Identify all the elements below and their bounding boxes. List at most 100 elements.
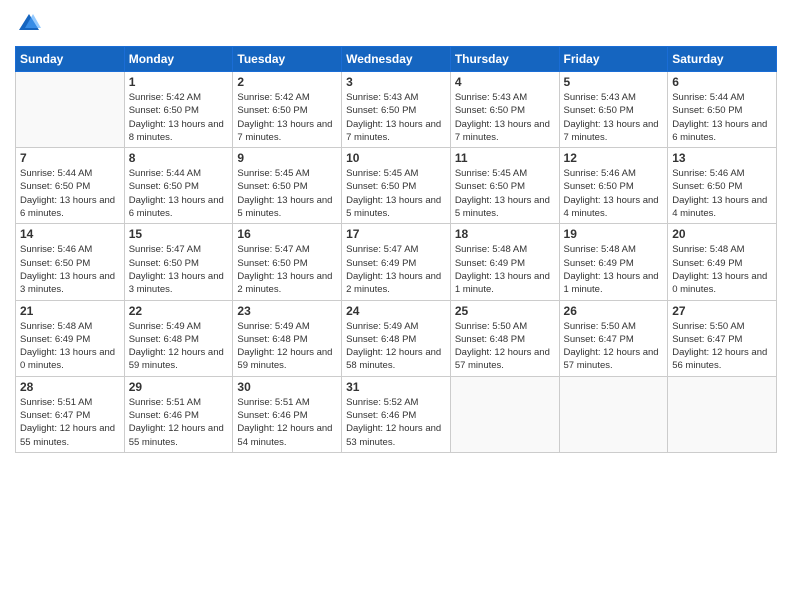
day-number: 15 — [129, 227, 229, 241]
calendar-week-row: 21 Sunrise: 5:48 AMSunset: 6:49 PMDayligh… — [16, 300, 777, 376]
day-info: Sunrise: 5:43 AMSunset: 6:50 PMDaylight:… — [455, 91, 555, 144]
day-number: 27 — [672, 304, 772, 318]
day-number: 13 — [672, 151, 772, 165]
day-info: Sunrise: 5:47 AMSunset: 6:50 PMDaylight:… — [129, 243, 229, 296]
calendar-cell: 20 Sunrise: 5:48 AMSunset: 6:49 PMDayligh… — [668, 224, 777, 300]
day-number: 30 — [237, 380, 337, 394]
day-number: 9 — [237, 151, 337, 165]
day-info: Sunrise: 5:52 AMSunset: 6:46 PMDaylight:… — [346, 396, 446, 449]
day-number: 2 — [237, 75, 337, 89]
day-number: 19 — [564, 227, 664, 241]
weekday-row: SundayMondayTuesdayWednesdayThursdayFrid… — [16, 47, 777, 72]
day-number: 23 — [237, 304, 337, 318]
calendar-cell: 9 Sunrise: 5:45 AMSunset: 6:50 PMDaylight… — [233, 148, 342, 224]
calendar-cell: 6Sunrise: 5:44 AMSunset: 6:50 PMDaylight… — [668, 72, 777, 148]
calendar-cell: 23Sunrise: 5:49 AMSunset: 6:48 PMDayligh… — [233, 300, 342, 376]
day-number: 17 — [346, 227, 446, 241]
calendar-cell: 14Sunrise: 5:46 AMSunset: 6:50 PMDayligh… — [16, 224, 125, 300]
calendar-cell: 24 Sunrise: 5:49 AMSunset: 6:48 PMDayligh… — [342, 300, 451, 376]
day-number: 25 — [455, 304, 555, 318]
day-number: 12 — [564, 151, 664, 165]
calendar-cell: 22 Sunrise: 5:49 AMSunset: 6:48 PMDayligh… — [124, 300, 233, 376]
calendar-cell: 15 Sunrise: 5:47 AMSunset: 6:50 PMDayligh… — [124, 224, 233, 300]
calendar-cell: 16 Sunrise: 5:47 AMSunset: 6:50 PMDayligh… — [233, 224, 342, 300]
day-number: 3 — [346, 75, 446, 89]
day-info: Sunrise: 5:48 AMSunset: 6:49 PMDaylight:… — [20, 320, 120, 373]
calendar-cell: 21 Sunrise: 5:48 AMSunset: 6:49 PMDayligh… — [16, 300, 125, 376]
calendar-cell: 18 Sunrise: 5:48 AMSunset: 6:49 PMDayligh… — [450, 224, 559, 300]
calendar-cell: 30 Sunrise: 5:51 AMSunset: 6:46 PMDayligh… — [233, 376, 342, 452]
day-info: Sunrise: 5:43 AMSunset: 6:50 PMDaylight:… — [346, 91, 446, 144]
day-info: Sunrise: 5:48 AMSunset: 6:49 PMDaylight:… — [672, 243, 772, 296]
day-info: Sunrise: 5:44 AMSunset: 6:50 PMDaylight:… — [129, 167, 229, 220]
calendar-cell — [450, 376, 559, 452]
calendar-week-row: 14Sunrise: 5:46 AMSunset: 6:50 PMDayligh… — [16, 224, 777, 300]
day-info: Sunrise: 5:46 AMSunset: 6:50 PMDaylight:… — [672, 167, 772, 220]
day-info: Sunrise: 5:45 AMSunset: 6:50 PMDaylight:… — [346, 167, 446, 220]
calendar-cell: 3 Sunrise: 5:43 AMSunset: 6:50 PMDaylight… — [342, 72, 451, 148]
day-number: 18 — [455, 227, 555, 241]
weekday-header: Tuesday — [233, 47, 342, 72]
day-info: Sunrise: 5:46 AMSunset: 6:50 PMDaylight:… — [564, 167, 664, 220]
day-number: 11 — [455, 151, 555, 165]
weekday-header: Sunday — [16, 47, 125, 72]
weekday-header: Thursday — [450, 47, 559, 72]
calendar: SundayMondayTuesdayWednesdayThursdayFrid… — [15, 46, 777, 453]
calendar-cell: 2 Sunrise: 5:42 AMSunset: 6:50 PMDaylight… — [233, 72, 342, 148]
day-number: 31 — [346, 380, 446, 394]
calendar-cell: 12 Sunrise: 5:46 AMSunset: 6:50 PMDayligh… — [559, 148, 668, 224]
day-info: Sunrise: 5:50 AMSunset: 6:48 PMDaylight:… — [455, 320, 555, 373]
day-number: 4 — [455, 75, 555, 89]
calendar-body: 1 Sunrise: 5:42 AMSunset: 6:50 PMDaylight… — [16, 72, 777, 453]
day-info: Sunrise: 5:51 AMSunset: 6:46 PMDaylight:… — [129, 396, 229, 449]
calendar-week-row: 28Sunrise: 5:51 AMSunset: 6:47 PMDayligh… — [16, 376, 777, 452]
calendar-cell: 11Sunrise: 5:45 AMSunset: 6:50 PMDayligh… — [450, 148, 559, 224]
day-info: Sunrise: 5:43 AMSunset: 6:50 PMDaylight:… — [564, 91, 664, 144]
day-number: 28 — [20, 380, 120, 394]
page: SundayMondayTuesdayWednesdayThursdayFrid… — [0, 0, 792, 612]
day-info: Sunrise: 5:47 AMSunset: 6:49 PMDaylight:… — [346, 243, 446, 296]
calendar-cell — [559, 376, 668, 452]
day-info: Sunrise: 5:49 AMSunset: 6:48 PMDaylight:… — [346, 320, 446, 373]
day-info: Sunrise: 5:48 AMSunset: 6:49 PMDaylight:… — [455, 243, 555, 296]
calendar-cell: 7 Sunrise: 5:44 AMSunset: 6:50 PMDaylight… — [16, 148, 125, 224]
calendar-cell: 28Sunrise: 5:51 AMSunset: 6:47 PMDayligh… — [16, 376, 125, 452]
day-info: Sunrise: 5:42 AMSunset: 6:50 PMDaylight:… — [129, 91, 229, 144]
calendar-cell: 8 Sunrise: 5:44 AMSunset: 6:50 PMDaylight… — [124, 148, 233, 224]
day-number: 1 — [129, 75, 229, 89]
day-info: Sunrise: 5:48 AMSunset: 6:49 PMDaylight:… — [564, 243, 664, 296]
day-number: 16 — [237, 227, 337, 241]
day-number: 21 — [20, 304, 120, 318]
calendar-cell: 13 Sunrise: 5:46 AMSunset: 6:50 PMDayligh… — [668, 148, 777, 224]
day-info: Sunrise: 5:45 AMSunset: 6:50 PMDaylight:… — [237, 167, 337, 220]
day-number: 10 — [346, 151, 446, 165]
day-info: Sunrise: 5:42 AMSunset: 6:50 PMDaylight:… — [237, 91, 337, 144]
calendar-cell: 26 Sunrise: 5:50 AMSunset: 6:47 PMDayligh… — [559, 300, 668, 376]
logo — [15, 10, 47, 38]
weekday-header: Monday — [124, 47, 233, 72]
calendar-cell: 5Sunrise: 5:43 AMSunset: 6:50 PMDaylight… — [559, 72, 668, 148]
calendar-header: SundayMondayTuesdayWednesdayThursdayFrid… — [16, 47, 777, 72]
day-info: Sunrise: 5:50 AMSunset: 6:47 PMDaylight:… — [672, 320, 772, 373]
day-info: Sunrise: 5:44 AMSunset: 6:50 PMDaylight:… — [20, 167, 120, 220]
day-number: 24 — [346, 304, 446, 318]
day-info: Sunrise: 5:49 AMSunset: 6:48 PMDaylight:… — [129, 320, 229, 373]
day-info: Sunrise: 5:50 AMSunset: 6:47 PMDaylight:… — [564, 320, 664, 373]
calendar-cell: 29 Sunrise: 5:51 AMSunset: 6:46 PMDayligh… — [124, 376, 233, 452]
weekday-header: Wednesday — [342, 47, 451, 72]
header — [15, 10, 777, 38]
day-number: 7 — [20, 151, 120, 165]
day-number: 20 — [672, 227, 772, 241]
day-info: Sunrise: 5:47 AMSunset: 6:50 PMDaylight:… — [237, 243, 337, 296]
day-info: Sunrise: 5:46 AMSunset: 6:50 PMDaylight:… — [20, 243, 120, 296]
calendar-cell: 10 Sunrise: 5:45 AMSunset: 6:50 PMDayligh… — [342, 148, 451, 224]
day-number: 8 — [129, 151, 229, 165]
day-number: 26 — [564, 304, 664, 318]
day-info: Sunrise: 5:51 AMSunset: 6:46 PMDaylight:… — [237, 396, 337, 449]
day-number: 29 — [129, 380, 229, 394]
day-info: Sunrise: 5:44 AMSunset: 6:50 PMDaylight:… — [672, 91, 772, 144]
calendar-cell: 17 Sunrise: 5:47 AMSunset: 6:49 PMDayligh… — [342, 224, 451, 300]
calendar-week-row: 1 Sunrise: 5:42 AMSunset: 6:50 PMDaylight… — [16, 72, 777, 148]
logo-icon — [15, 10, 43, 38]
day-number: 22 — [129, 304, 229, 318]
